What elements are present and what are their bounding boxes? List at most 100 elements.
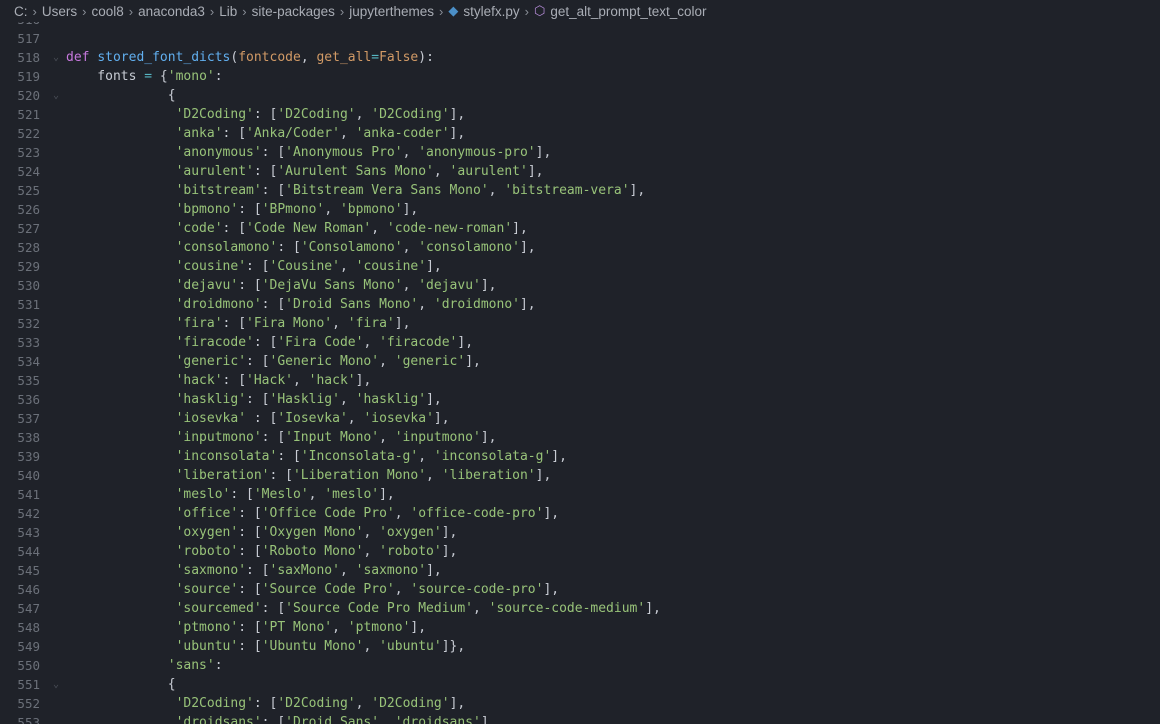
line-number: 532 [17,316,40,331]
line-number: 522 [17,126,40,141]
code-text: 'oxygen': ['Oxygen Mono', 'oxygen'], [175,525,458,540]
code-line[interactable]: 522 'anka': ['Anka/Coder', 'anka-coder']… [0,124,1160,143]
line-number: 549 [17,639,40,654]
code-line[interactable]: 541 'meslo': ['Meslo', 'meslo'], [0,485,1160,504]
code-line[interactable]: 524 'aurulent': ['Aurulent Sans Mono', '… [0,162,1160,181]
code-text: 'D2Coding': ['D2Coding', 'D2Coding'], [175,107,466,122]
breadcrumb-item-jupyterthemes[interactable]: jupyterthemes [349,4,434,19]
code-text: 'sourcemed': ['Source Code Pro Medium', … [175,601,661,616]
code-line[interactable]: 547 'sourcemed': ['Source Code Pro Mediu… [0,599,1160,618]
code-editor[interactable]: 516 517 518 ⌄ def stored_font_dicts(fontcode… [0,22,1160,724]
code-line[interactable]: 550 'sans': [0,656,1160,675]
code-line[interactable]: 545 'saxmono': ['saxMono', 'saxmono'], [0,561,1160,580]
code-line[interactable]: 528 'consolamono': ['Consolamono', 'cons… [0,238,1160,257]
fold-chevron-icon[interactable]: ⌄ [50,48,62,67]
line-number: 538 [17,430,40,445]
code-text: 'ptmono': ['PT Mono', 'ptmono'], [175,620,427,635]
code-line[interactable]: 517 [0,29,1160,48]
chevron-right-icon: › [339,3,345,19]
code-line[interactable]: 536 'hasklig': ['Hasklig', 'hasklig'], [0,390,1160,409]
code-line[interactable]: 531 'droidmono': ['Droid Sans Mono', 'dr… [0,295,1160,314]
line-number: 518 [17,50,40,65]
code-line[interactable]: 519 fonts = {'mono': [0,67,1160,86]
code-line[interactable]: 540 'liberation': ['Liberation Mono', 'l… [0,466,1160,485]
breadcrumb-item-users[interactable]: Users [42,4,77,19]
line-number: 529 [17,259,40,274]
code-line[interactable]: 521 'D2Coding': ['D2Coding', 'D2Coding']… [0,105,1160,124]
chevron-right-icon: › [82,3,87,19]
code-line[interactable]: 546 'source': ['Source Code Pro', 'sourc… [0,580,1160,599]
breadcrumb-item-site-packages[interactable]: site-packages [252,4,335,19]
code-line[interactable]: 549 'ubuntu': ['Ubuntu Mono', 'ubuntu']}… [0,637,1160,656]
code-line[interactable]: 525 'bitstream': ['Bitstream Vera Sans M… [0,181,1160,200]
code-text: 'bpmono': ['BPmono', 'bpmono'], [175,202,419,217]
fold-chevron-icon[interactable]: ⌄ [50,675,62,694]
fold-chevron-icon[interactable]: ⌄ [50,86,62,105]
breadcrumb-item-symbol[interactable]: get_alt_prompt_text_color [550,4,706,19]
code-text: 'firacode': ['Fira Code', 'firacode'], [175,335,474,350]
line-number: 542 [17,506,40,521]
chevron-right-icon: › [32,3,37,19]
chevron-right-icon: › [128,3,134,19]
code-line[interactable]: 544 'roboto': ['Roboto Mono', 'roboto'], [0,542,1160,561]
line-number: 541 [17,487,40,502]
code-line[interactable]: 553 'droidsans': ['Droid Sans', 'droidsa… [0,713,1160,724]
code-line[interactable]: 518 ⌄ def stored_font_dicts(fontcode, get_… [0,48,1160,67]
chevron-right-icon: › [242,3,247,19]
line-number: 535 [17,373,40,388]
code-line[interactable]: 552 'D2Coding': ['D2Coding', 'D2Coding']… [0,694,1160,713]
code-line[interactable]: 537 'iosevka' : ['Iosevka', 'iosevka'], [0,409,1160,428]
code-line[interactable]: 542 'office': ['Office Code Pro', 'offic… [0,504,1160,523]
line-number: 547 [17,601,40,616]
code-line[interactable]: 520 ⌄ { [0,86,1160,105]
line-number: 536 [17,392,40,407]
line-number: 548 [17,620,40,635]
code-text: 'consolamono': ['Consolamono', 'consolam… [175,240,536,255]
code-line[interactable]: 548 'ptmono': ['PT Mono', 'ptmono'], [0,618,1160,637]
line-number: 526 [17,202,40,217]
breadcrumb-item-file[interactable]: stylefx.py [463,4,519,19]
breadcrumb-item-lib[interactable]: Lib [219,4,237,19]
line-number: 546 [17,582,40,597]
line-number: 516 [0,22,40,29]
code-text: 'anonymous': ['Anonymous Pro', 'anonymou… [175,145,552,160]
code-line[interactable]: 538 'inputmono': ['Input Mono', 'inputmo… [0,428,1160,447]
line-number: 545 [17,563,40,578]
code-line[interactable]: 535 'hack': ['Hack', 'hack'], [0,371,1160,390]
line-number: 550 [17,658,40,673]
line-number: 531 [17,297,40,312]
line-number: 521 [17,107,40,122]
code-line[interactable]: 534 'generic': ['Generic Mono', 'generic… [0,352,1160,371]
code-text: 'dejavu': ['DejaVu Sans Mono', 'dejavu']… [175,278,497,293]
breadcrumb-item-anaconda[interactable]: anaconda3 [138,4,205,19]
chevron-right-icon: › [524,3,530,19]
code-line[interactable]: 527 'code': ['Code New Roman', 'code-new… [0,219,1160,238]
code-text: 'D2Coding': ['D2Coding', 'D2Coding'], [175,696,466,711]
code-line[interactable]: 551 ⌄ { [0,675,1160,694]
code-text: 'generic': ['Generic Mono', 'generic'], [175,354,481,369]
code-text: 'aurulent': ['Aurulent Sans Mono', 'auru… [175,164,544,179]
code-line[interactable]: 516 [0,22,1160,29]
breadcrumb-item-drive[interactable]: C: [14,4,28,19]
line-number: 543 [17,525,40,540]
code-text: 'iosevka' : ['Iosevka', 'iosevka'], [175,411,450,426]
code-text: 'anka': ['Anka/Coder', 'anka-coder'], [175,126,466,141]
breadcrumb-item-user[interactable]: cool8 [91,4,123,19]
code-line[interactable]: 539 'inconsolata': ['Inconsolata-g', 'in… [0,447,1160,466]
code-line[interactable]: 529 'cousine': ['Cousine', 'cousine'], [0,257,1160,276]
code-line[interactable]: 523 'anonymous': ['Anonymous Pro', 'anon… [0,143,1160,162]
code-line[interactable]: 526 'bpmono': ['BPmono', 'bpmono'], [0,200,1160,219]
code-text: 'inconsolata': ['Inconsolata-g', 'incons… [175,449,567,464]
line-number: 530 [17,278,40,293]
code-text: 'fira': ['Fira Mono', 'fira'], [175,316,411,331]
line-number: 523 [17,145,40,160]
code-text: 'ubuntu': ['Ubuntu Mono', 'ubuntu']}, [175,639,466,654]
code-text: fonts = {'mono': [66,69,223,84]
code-line[interactable]: 530 'dejavu': ['DejaVu Sans Mono', 'deja… [0,276,1160,295]
code-text: { [66,88,176,103]
code-text: 'code': ['Code New Roman', 'code-new-rom… [175,221,528,236]
line-number: 553 [17,715,40,724]
code-line[interactable]: 532 'fira': ['Fira Mono', 'fira'], [0,314,1160,333]
code-line[interactable]: 533 'firacode': ['Fira Code', 'firacode'… [0,333,1160,352]
code-line[interactable]: 543 'oxygen': ['Oxygen Mono', 'oxygen'], [0,523,1160,542]
